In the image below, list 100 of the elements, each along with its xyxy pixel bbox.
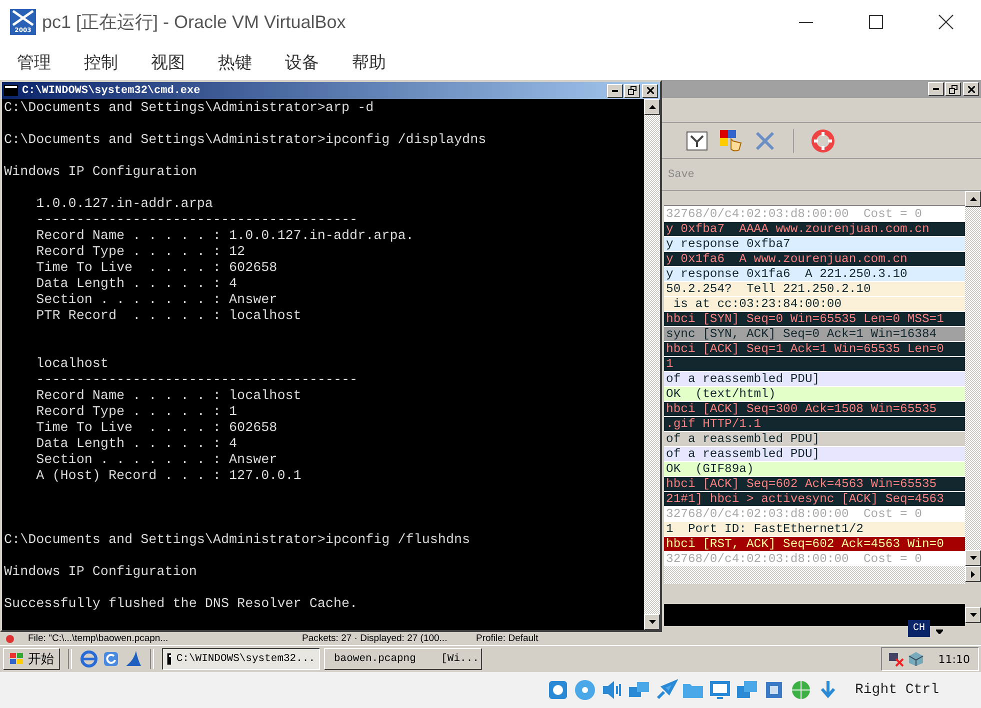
window-title: pc1 [正在运行] - Oracle VM VirtualBox: [42, 11, 346, 34]
restore-button[interactable]: [624, 84, 640, 98]
browser-icon[interactable]: [80, 650, 98, 668]
close-icon: [968, 86, 974, 92]
taskbar-button[interactable]: baowen.pcapng [Wi...: [324, 648, 482, 670]
console-line: C:\Documents and Settings\Administrator>ipconfig /displaydns: [4, 133, 488, 149]
console-line: Successfully flushed the DNS Resolver Cache.: [4, 597, 359, 613]
console-line: localhost: [35, 357, 110, 373]
console-line: C:\Documents and Settings\Administrator>arp -d: [4, 101, 375, 117]
lifebuoy-icon[interactable]: [811, 128, 835, 152]
packet-row[interactable]: .gif HTTP/1.1: [664, 416, 965, 431]
minimize-button[interactable]: [607, 84, 623, 98]
minimize-icon: [933, 88, 939, 90]
filter-icon[interactable]: [686, 130, 708, 152]
packet-row[interactable]: of a reassembled PDU]: [664, 446, 965, 461]
menu-item[interactable]: 帮助: [352, 50, 386, 74]
console-line: Record Type . . . . . : 1: [35, 405, 238, 421]
speaker-icon[interactable]: [600, 678, 624, 702]
window-title: C:\WINDOWS\system32\cmd.exe: [22, 84, 200, 96]
console-line: Data Length . . . . . : 4: [35, 437, 238, 453]
console-line: Section . . . . . . . : Answer: [35, 453, 278, 469]
status-text: File: "C:\...\temp\baowen.pcapn...: [28, 632, 170, 644]
console-line: ----------------------------------------: [35, 373, 359, 389]
scroll-down-button[interactable]: [965, 607, 981, 623]
monitor-icon[interactable]: [708, 678, 732, 702]
console-line: ----------------------------------------: [35, 213, 359, 229]
close-icon: [938, 14, 954, 30]
packet-row[interactable]: OK (text/html): [664, 386, 965, 401]
close-button[interactable]: [642, 84, 658, 98]
minimize-button[interactable]: [928, 82, 944, 96]
status-text: Packets: 27 · Displayed: 27 (100...: [302, 632, 448, 644]
restore-icon: [628, 86, 636, 95]
triangle-icon: [970, 197, 976, 201]
console-line: Time To Live . . . . : 602658: [35, 261, 278, 277]
color-hand-icon[interactable]: [719, 128, 743, 152]
triangle-icon: [648, 620, 656, 624]
packet-row[interactable]: y response 0x1fa6 A 221.250.3.10: [664, 266, 965, 281]
packet-row[interactable]: hbci [SYN] Seq=0 Win=65535 Len=0 MSS=1: [664, 312, 965, 326]
console-line: Record Type . . . . . : 12: [35, 245, 246, 261]
start-button[interactable]: 开始: [3, 648, 60, 670]
console-line: Windows IP Configuration: [4, 565, 198, 581]
globe-icon[interactable]: [789, 678, 813, 702]
close-icon: [646, 87, 654, 94]
network-error-icon[interactable]: [888, 651, 904, 667]
console-line: Time To Live . . . . : 602658: [35, 421, 278, 437]
clock[interactable]: 11:10: [938, 652, 970, 666]
scroll-down-button[interactable]: [965, 550, 981, 566]
scroll-up-button[interactable]: [644, 99, 660, 115]
menu-item[interactable]: 设备: [285, 50, 319, 74]
cube-icon[interactable]: [908, 651, 924, 667]
packet-row[interactable]: 50.2.254? Tell 221.250.2.10: [664, 282, 965, 296]
refresh-icon[interactable]: [102, 650, 120, 668]
scroll-right-button[interactable]: [965, 566, 981, 582]
console-line: C:\Documents and Settings\Administrator>ipconfig /flushdns: [4, 533, 472, 549]
host-key-label: Right Ctrl: [855, 682, 940, 698]
shark-fin-icon[interactable]: [124, 650, 142, 668]
menu-item[interactable]: 视图: [151, 50, 185, 74]
menu-item[interactable]: 热键: [218, 50, 252, 74]
console-line: Record Name . . . . . : localhost: [35, 389, 302, 405]
packet-row[interactable]: 21#1] hbci > activesync [ACK] Seq=4563: [664, 492, 965, 506]
packet-row[interactable]: hbci [ACK] Seq=602 Ack=4563 Win=65535: [664, 476, 965, 491]
packet-row[interactable]: hbci [ACK] Seq=1 Ack=1 Win=65535 Len=0: [664, 342, 965, 356]
maximize-icon: [869, 15, 883, 29]
triangle-icon: [648, 105, 656, 109]
packet-row[interactable]: of a reassembled PDU]: [664, 432, 965, 446]
minimize-icon: [612, 90, 618, 92]
close-button[interactable]: [963, 82, 979, 96]
console-line: A (Host) Record . . . : 127.0.0.1: [35, 469, 302, 485]
triangle-icon: [970, 613, 976, 617]
packet-row[interactable]: hbci [RST, ACK] Seq=602 Ack=4563 Win=0: [664, 536, 965, 551]
console-line: Windows IP Configuration: [4, 165, 198, 181]
packet-row[interactable]: is at cc:03:23:84:00:00: [664, 296, 965, 311]
packet-row[interactable]: hbci [ACK] Seq=300 Ack=1508 Win=65535: [664, 402, 965, 416]
scroll-down-button[interactable]: [644, 614, 660, 630]
packet-row[interactable]: of a reassembled PDU]: [664, 372, 965, 386]
console-icon: [4, 85, 18, 96]
language-indicator[interactable]: CH: [908, 620, 930, 637]
packet-row[interactable]: sync [SYN, ACK] Seq=0 Ack=1 Win=16384: [664, 326, 965, 341]
console-line: Section . . . . . . . : Answer: [35, 293, 278, 309]
console-line: 1.0.0.127.in-addr.arpa: [35, 197, 214, 213]
packet-row[interactable]: OK (GIF89a): [664, 462, 965, 476]
windows-flag-icon: [9, 652, 25, 666]
status-text: Profile: Default: [476, 632, 538, 644]
console-icon: [167, 653, 172, 665]
status-dot-icon: [6, 634, 14, 642]
menu-item[interactable]: 管理: [17, 50, 51, 74]
restore-icon: [948, 84, 958, 94]
optical-disc-icon[interactable]: [573, 678, 597, 702]
scroll-up-button[interactable]: [965, 191, 981, 207]
packet-row[interactable]: y 0xfba7 AAAA www.zourenjuan.com.cn: [664, 222, 965, 236]
console-line: PTR Record . . . . . : localhost: [35, 309, 302, 325]
packet-row[interactable]: 1 Port ID: FastEthernet1/2: [664, 522, 965, 536]
restore-button[interactable]: [945, 82, 961, 96]
taskbar-button[interactable]: C:\WINDOWS\system32...: [162, 648, 320, 670]
packet-row[interactable]: 1: [664, 356, 965, 371]
menu-item[interactable]: 控制: [84, 50, 118, 74]
console-line: Record Name . . . . . : 1.0.0.127.in-addr.arpa.: [35, 229, 415, 245]
triangle-icon: [970, 556, 976, 560]
packet-row[interactable]: y response 0xfba7: [664, 236, 965, 251]
packet-row[interactable]: y 0x1fa6 A www.zourenjuan.com.cn: [664, 252, 965, 266]
